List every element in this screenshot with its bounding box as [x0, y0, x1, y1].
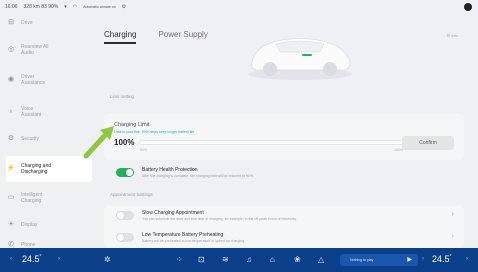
- tab-bar: Charging Power Supply: [104, 30, 208, 44]
- bottom-dock: ‹ 24.5° › ✲ ⁘ ⊡ ≋ ♫ ⌂ ❀ △ Nothing to pla…: [0, 248, 478, 272]
- chevron-left-icon[interactable]: ‹: [10, 256, 12, 262]
- status-bar: 16:06 328 km 83 90% ▾ ◠ Automatic climat…: [0, 0, 478, 14]
- appointment-section-label: Appointment Settings: [110, 192, 153, 197]
- preheating-row[interactable]: Low Temperature Battery Preheating Batte…: [104, 228, 464, 248]
- confirm-button[interactable]: Confirm: [402, 136, 454, 150]
- chevron-left-icon[interactable]: ‹: [422, 256, 424, 262]
- climate-icon[interactable]: ❀: [294, 255, 301, 264]
- tab-charging[interactable]: Charging: [104, 30, 136, 44]
- appointment-card: Slow Charging Appointment You can schedu…: [104, 206, 464, 248]
- right-temperature[interactable]: 24.5°: [432, 254, 452, 264]
- sidebar-item-label: Security: [21, 136, 40, 142]
- apps-icon[interactable]: ⁘: [176, 255, 183, 264]
- gear-icon: ⚙: [7, 135, 15, 142]
- status-time: 16:06: [5, 4, 18, 10]
- preheating-toggle[interactable]: [116, 233, 134, 242]
- speaker-icon: ◎: [7, 46, 15, 53]
- slow-charging-title: Slow Charging Appointment: [142, 210, 204, 216]
- sidebar-item-label: Rearview All Audio: [21, 44, 49, 56]
- car-icon: ⊟: [8, 19, 14, 26]
- limit-section-label: Limit setting: [110, 94, 135, 99]
- slow-charging-toggle[interactable]: [116, 211, 134, 220]
- home-icon[interactable]: ⌂: [270, 255, 275, 264]
- info-menu[interactable]: ☰ Info: [447, 33, 458, 38]
- climate-status-text: Automatic climate on: [83, 5, 116, 9]
- chevron-right-icon: ›: [451, 233, 454, 240]
- chevron-right-icon[interactable]: ›: [58, 256, 60, 262]
- sidebar-item-driver-assistance[interactable]: ◉ Driver Assistance: [6, 74, 92, 86]
- battery-health-desc: After the charging is complete, the char…: [142, 174, 255, 178]
- tab-power-supply[interactable]: Power Supply: [158, 30, 207, 44]
- slider-min-label: 50%: [140, 148, 148, 152]
- toggle-knob: [126, 169, 133, 176]
- main-panel: Charging Power Supply ☰ Info Limit setti…: [96, 14, 468, 248]
- toggle-knob: [117, 212, 124, 219]
- steering-icon: ◉: [7, 76, 15, 83]
- right-temp-unit: °: [449, 254, 452, 260]
- battery-health-toggle[interactable]: [116, 168, 134, 177]
- chevron-right-icon: ›: [451, 211, 454, 218]
- left-temp-value: 24.5: [22, 254, 40, 264]
- left-temperature[interactable]: 24.5°: [22, 254, 42, 264]
- slow-charging-row[interactable]: Slow Charging Appointment You can schedu…: [104, 206, 464, 226]
- sidebar-item-drive[interactable]: ⊟ Drive: [6, 19, 92, 26]
- chevron-right-icon[interactable]: ›: [466, 256, 468, 262]
- preheating-title: Low Temperature Battery Preheating: [142, 232, 224, 238]
- charging-limit-subtitle[interactable]: Limit to your fine, 90% helps keep longe…: [114, 130, 194, 134]
- navigation-icon[interactable]: △: [318, 255, 324, 264]
- fan-icon[interactable]: ✲: [104, 255, 111, 264]
- preheating-desc: Battery will be preheated at low tempera…: [142, 239, 246, 243]
- mic-icon: ♁: [8, 108, 14, 115]
- sun-icon: ☀: [7, 221, 15, 228]
- charging-limit-title: Charging Limit: [114, 122, 150, 128]
- sidebar-item-label: Driver Assistance: [21, 74, 46, 86]
- charging-limit-slider-fill: [140, 141, 404, 144]
- music-icon[interactable]: ♫: [246, 255, 252, 264]
- toggle-knob: [117, 234, 124, 241]
- car-icon[interactable]: ⊡: [198, 255, 205, 264]
- sidebar-item-audio[interactable]: ◎ Rearview All Audio: [6, 44, 92, 56]
- play-icon[interactable]: ▶: [407, 256, 412, 263]
- left-temp-unit: °: [39, 254, 42, 260]
- sidebar-item-label: Drive: [21, 20, 33, 26]
- sidebar-item-intelligent-charging[interactable]: ▭ Intelligent Charging: [6, 192, 92, 204]
- media-widget[interactable]: Nothing to play ▶: [340, 254, 418, 266]
- sidebar-item-label: Charging and Discharging: [21, 163, 52, 175]
- sidebar-item-label: Intelligent Charging: [21, 192, 43, 204]
- settings-icon: ⚙: [121, 4, 127, 10]
- charging-limit-slider[interactable]: [140, 141, 404, 144]
- car-illustration: [248, 38, 352, 80]
- sidebar-item-label: Display: [21, 222, 38, 228]
- status-left-text: 328 km 83 90%: [23, 4, 59, 10]
- wifi-icon: ◠: [72, 4, 78, 10]
- media-text: Nothing to play: [350, 258, 374, 262]
- sidebar-item-label: Voice Assistant: [21, 106, 42, 118]
- sidebar-item-voice[interactable]: ♁ Voice Assistant: [6, 106, 92, 118]
- signal-icon: ▾: [64, 4, 67, 10]
- charging-limit-card: Charging Limit Limit to your fine, 90% h…: [104, 114, 464, 160]
- slow-charging-desc: You can schedule the start and end time …: [142, 217, 297, 221]
- annotation-arrow-icon: [83, 126, 114, 159]
- battery-health-title: Battery Health Protection: [142, 167, 198, 173]
- battery-health-row: Battery Health Protection After the char…: [104, 164, 464, 188]
- user-avatar[interactable]: [464, 3, 472, 11]
- right-temp-value: 24.5: [432, 254, 450, 264]
- seat-heat-icon[interactable]: ≋: [222, 255, 229, 264]
- plug-icon: ⚡: [6, 165, 16, 172]
- battery-icon: ▭: [7, 194, 15, 201]
- sidebar-item-display[interactable]: ☀ Display: [6, 221, 92, 228]
